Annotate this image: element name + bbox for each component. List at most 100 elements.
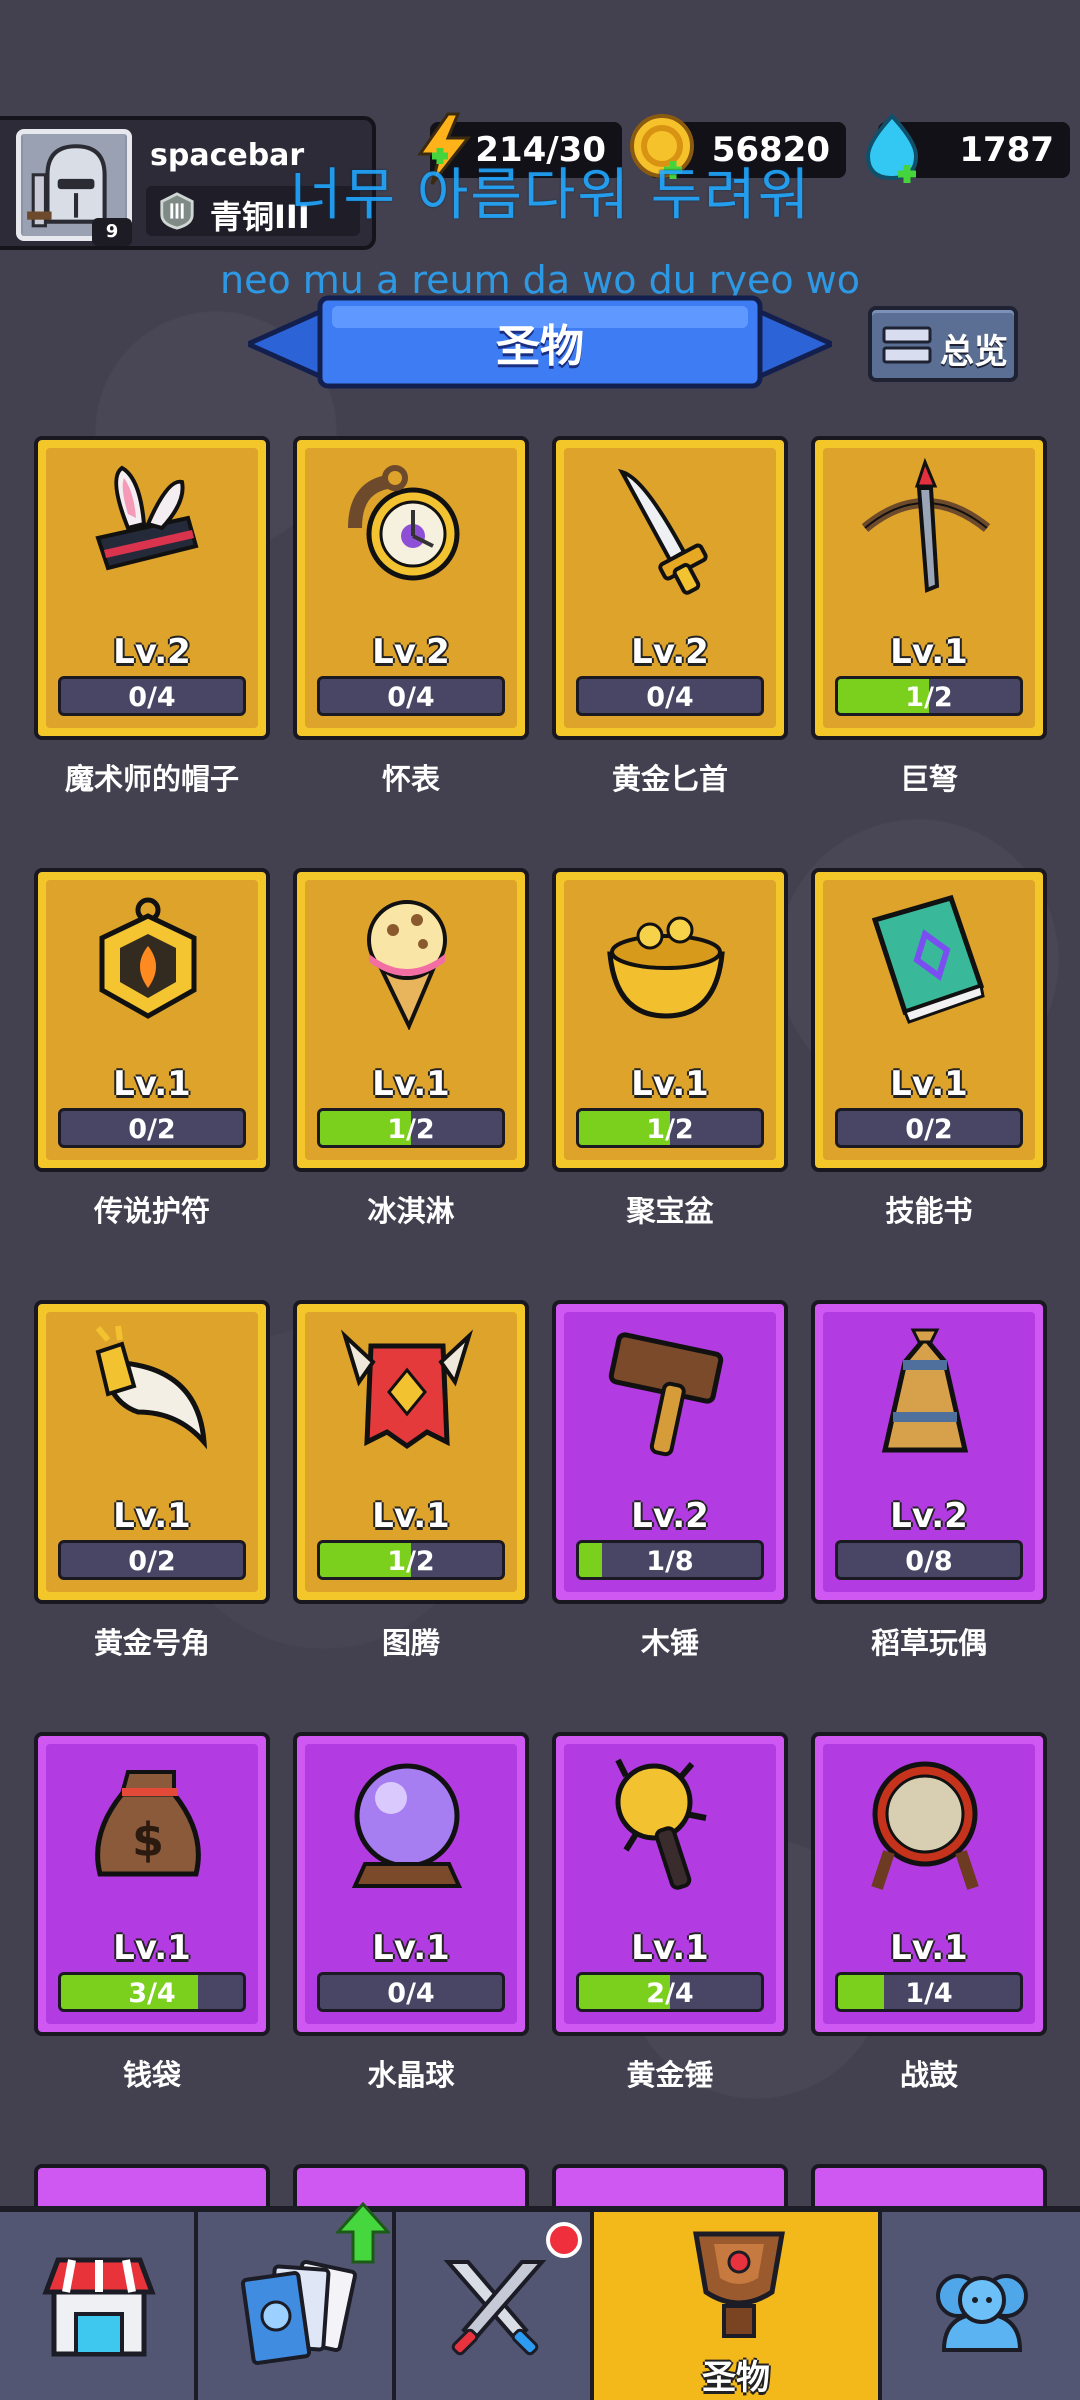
- tab-relics[interactable]: 圣物: [594, 2212, 882, 2400]
- relic-name: 钱袋: [122, 2058, 181, 2092]
- relic-card[interactable]: Lv.2 0/4: [34, 436, 270, 740]
- skill-book-icon: [871, 894, 985, 1024]
- relic-card[interactable]: Lv.1 1/4: [811, 1732, 1047, 2036]
- relic-name: 稻草玩偶: [870, 1626, 987, 1660]
- player-name: spacebar: [150, 138, 305, 173]
- relic-progress-bar: 0/4: [317, 676, 505, 716]
- relic-name: 黄金锤: [626, 2058, 714, 2092]
- crystal-ball-icon: [351, 1763, 463, 1888]
- relic-progress-text: 0/4: [387, 1978, 435, 2009]
- relic-card[interactable]: Lv.1 1/2: [293, 1300, 529, 1604]
- relic-level: Lv.1: [113, 1496, 191, 1536]
- relic-card[interactable]: Lv.1 0/4: [293, 1732, 529, 2036]
- relic-progress-bar: 0/2: [58, 1108, 246, 1148]
- relic-card[interactable]: Lv.2 1/8: [552, 1300, 788, 1604]
- relic-progress-text: 0/8: [905, 1546, 953, 1577]
- relic-progress-bar: 3/4: [58, 1972, 246, 2012]
- relic-card[interactable]: Lv.1 0/2: [34, 1300, 270, 1604]
- relic-progress-bar: 1/2: [317, 1108, 505, 1148]
- relic-name: 战鼓: [899, 2058, 958, 2092]
- tab-relics-label: 圣物: [702, 2358, 770, 2398]
- relic-level: Lv.2: [890, 1496, 968, 1536]
- page-title: 圣物: [496, 321, 584, 372]
- relic-name: 图腾: [381, 1626, 440, 1660]
- relic-progress-bar: 1/2: [576, 1108, 764, 1148]
- player-level-badge: 9: [92, 218, 132, 246]
- relic-progress-bar: 0/4: [58, 676, 246, 716]
- relic-name: 聚宝盆: [626, 1194, 714, 1228]
- overview-label: 总览: [940, 332, 1008, 372]
- relic-progress-bar: 1/8: [576, 1540, 764, 1580]
- relic-level: Lv.2: [631, 1496, 709, 1536]
- relic-progress-bar: 1/2: [317, 1540, 505, 1580]
- lyric-korean: 너무 아름다워 두려워: [290, 163, 812, 228]
- relic-progress-text: 1/2: [905, 682, 953, 713]
- relic-name: 黄金号角: [93, 1626, 210, 1660]
- relic-level: Lv.2: [372, 632, 450, 672]
- relic-progress-bar: 0/2: [835, 1108, 1023, 1148]
- list-icon: [882, 326, 932, 364]
- upgrade-arrow-icon: [336, 2202, 390, 2264]
- relic-name: 魔术师的帽子: [64, 762, 239, 796]
- relic-progress-text: 1/4: [905, 1978, 953, 2009]
- relic-card[interactable]: $ Lv.1 3/4: [34, 1732, 270, 2036]
- relic-progress-text: 0/4: [387, 682, 435, 713]
- relic-progress-text: 1/2: [387, 1546, 435, 1577]
- cards-icon: [240, 2260, 357, 2365]
- relic-card[interactable]: Lv.1 0/2: [34, 868, 270, 1172]
- relic-name: 怀表: [381, 762, 440, 796]
- gem-counter[interactable]: 1787: [865, 113, 1070, 183]
- relic-name: 技能书: [885, 1194, 973, 1228]
- relic-card[interactable]: Lv.1 1/2: [293, 868, 529, 1172]
- relic-card-partial[interactable]: [34, 2164, 270, 2206]
- relic-card[interactable]: Lv.1 1/2: [811, 436, 1047, 740]
- relic-progress-text: 0/2: [905, 1114, 953, 1145]
- relic-card[interactable]: Lv.2 0/4: [552, 436, 788, 740]
- relic-level: Lv.1: [890, 632, 968, 672]
- relic-progress-text: 1/2: [387, 1114, 435, 1145]
- relic-level: Lv.1: [890, 1064, 968, 1104]
- bronze-rank-icon: [160, 192, 194, 230]
- relic-card[interactable]: Lv.2 0/8: [811, 1300, 1047, 1604]
- crossbow-icon: [861, 458, 991, 593]
- shop-icon: [42, 2257, 156, 2357]
- relic-progress-text: 0/2: [128, 1114, 176, 1145]
- relic-level: Lv.1: [372, 1064, 450, 1104]
- relic-card-partial[interactable]: [552, 2164, 788, 2206]
- relic-progress-text: 1/2: [646, 1114, 694, 1145]
- relic-card[interactable]: Lv.1 2/4: [552, 1732, 788, 2036]
- relic-name: 黄金匕首: [611, 762, 728, 796]
- totem-banner-icon: [340, 1329, 474, 1450]
- money-bag-icon: $: [95, 1770, 201, 1877]
- overview-button[interactable]: 总览: [868, 306, 1018, 382]
- relic-card[interactable]: Lv.1 0/2: [811, 868, 1047, 1172]
- relic-name: 木锤: [640, 1626, 699, 1660]
- relic-level: Lv.1: [372, 1496, 450, 1536]
- relic-progress-text: 0/4: [128, 682, 176, 713]
- title-banner: 圣物: [248, 292, 832, 396]
- ice-cream-icon: [367, 900, 447, 1030]
- relic-level: Lv.1: [113, 1064, 191, 1104]
- straw-doll-icon: [881, 1328, 969, 1453]
- relic-progress-bar: 0/4: [317, 1972, 505, 2012]
- pocket-watch-icon: [348, 465, 460, 581]
- notification-dot: [546, 2222, 582, 2258]
- relic-name: 冰淇淋: [367, 1194, 455, 1228]
- tab-social[interactable]: [882, 2212, 1080, 2400]
- relic-progress-text: 1/8: [646, 1546, 694, 1577]
- relic-progress-bar: 0/4: [576, 676, 764, 716]
- relic-card[interactable]: Lv.2 0/4: [293, 436, 529, 740]
- relic-level: Lv.1: [113, 1928, 191, 1968]
- relic-card-partial[interactable]: [293, 2164, 529, 2206]
- relic-progress-text: 0/2: [128, 1546, 176, 1577]
- wooden-hammer-icon: [608, 1332, 724, 1457]
- tab-shop[interactable]: [0, 2212, 198, 2400]
- relic-card-partial[interactable]: [811, 2164, 1047, 2206]
- relic-level: Lv.1: [631, 1928, 709, 1968]
- treasure-pot-icon: [607, 916, 725, 1019]
- relic-progress-bar: 1/4: [835, 1972, 1023, 2012]
- relic-level: Lv.1: [631, 1064, 709, 1104]
- relic-card[interactable]: Lv.1 1/2: [552, 868, 788, 1172]
- relic-progress-bar: 1/2: [835, 676, 1023, 716]
- gem-value: 1787: [959, 130, 1054, 170]
